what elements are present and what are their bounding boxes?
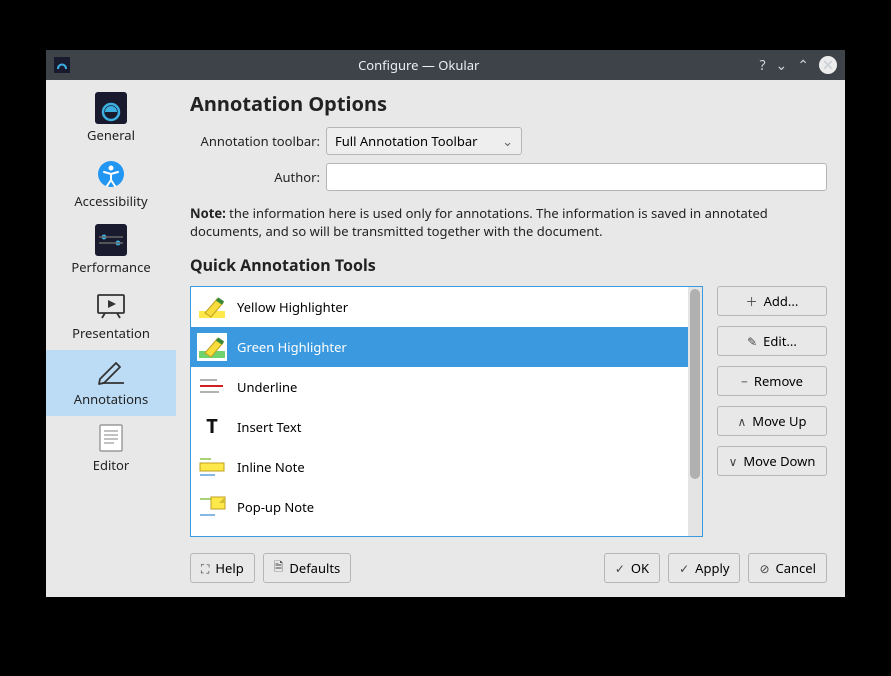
window-controls: ? ⌄ ⌃ ✕	[759, 56, 837, 75]
tool-buttons: ＋Add... ✎Edit... −Remove ∧Move Up ∨Move …	[717, 286, 827, 537]
tool-label: Underline	[237, 378, 297, 396]
dialog-content: General Accessibility Performance Presen…	[46, 80, 845, 597]
category-sidebar: General Accessibility Performance Presen…	[46, 80, 176, 597]
highlighter-green-icon	[197, 332, 227, 362]
insert-text-icon: T	[197, 412, 227, 442]
accessibility-icon	[95, 158, 127, 190]
defaults-button[interactable]: 🗎Defaults	[263, 553, 352, 583]
chevron-down-icon: ∨	[729, 453, 738, 470]
okular-icon	[95, 92, 127, 124]
tool-item-underline[interactable]: Underline	[191, 367, 688, 407]
remove-button[interactable]: −Remove	[717, 366, 827, 396]
tool-label: Green Highlighter	[237, 338, 347, 356]
tool-item-insert-text[interactable]: T Insert Text	[191, 407, 688, 447]
document-icon: 🗎	[274, 558, 284, 579]
sidebar-item-label: Editor	[93, 456, 130, 474]
sidebar-item-label: Accessibility	[74, 192, 147, 210]
author-label: Author:	[190, 168, 320, 186]
minimize-icon[interactable]: ⌄	[776, 56, 788, 75]
chevron-down-icon: ⌄	[502, 132, 513, 150]
check-icon: ✓	[615, 560, 625, 577]
tool-item-popup-note[interactable]: Pop-up Note	[191, 487, 688, 527]
annotation-toolbar-select[interactable]: Full Annotation Toolbar ⌄	[326, 127, 522, 155]
annotations-icon	[95, 356, 127, 388]
cancel-button[interactable]: ⊘Cancel	[748, 553, 827, 583]
tool-label: Inline Note	[237, 458, 305, 476]
apply-button[interactable]: ✓Apply	[668, 553, 740, 583]
edit-button[interactable]: ✎Edit...	[717, 326, 827, 356]
tools-area: Yellow Highlighter Green Highlighter	[190, 286, 827, 537]
configure-dialog: Configure — Okular ? ⌄ ⌃ ✕ General Acces…	[46, 50, 845, 597]
editor-icon	[95, 422, 127, 454]
section-title: Quick Annotation Tools	[190, 254, 827, 276]
window-title: Configure — Okular	[78, 56, 759, 74]
tool-label: Pop-up Note	[237, 498, 314, 516]
app-icon	[54, 57, 70, 73]
add-button[interactable]: ＋Add...	[717, 286, 827, 316]
scrollbar[interactable]	[688, 287, 702, 536]
sidebar-item-label: Performance	[71, 258, 150, 276]
underline-icon	[197, 372, 227, 402]
inline-note-icon	[197, 452, 227, 482]
cancel-icon: ⊘	[759, 560, 769, 577]
highlighter-yellow-icon	[197, 292, 227, 322]
combo-value: Full Annotation Toolbar	[335, 132, 477, 150]
help-icon: ⛶	[201, 560, 209, 577]
scrollbar-thumb[interactable]	[690, 289, 700, 479]
note-text: Note: the information here is used only …	[190, 205, 827, 240]
sidebar-item-editor[interactable]: Editor	[46, 416, 176, 482]
minus-icon: −	[741, 373, 748, 390]
sidebar-item-accessibility[interactable]: Accessibility	[46, 152, 176, 218]
sidebar-item-label: Presentation	[72, 324, 150, 342]
note-prefix: Note:	[190, 204, 226, 222]
move-up-button[interactable]: ∧Move Up	[717, 406, 827, 436]
close-icon[interactable]: ✕	[819, 56, 837, 74]
check-icon: ✓	[679, 560, 689, 577]
sidebar-item-annotations[interactable]: Annotations	[46, 350, 176, 416]
pencil-icon: ✎	[747, 333, 757, 350]
tool-label: Insert Text	[237, 418, 301, 436]
svg-text:T: T	[206, 413, 218, 439]
ok-button[interactable]: ✓OK	[604, 553, 660, 583]
presentation-icon	[95, 290, 127, 322]
sidebar-item-presentation[interactable]: Presentation	[46, 284, 176, 350]
tool-label: Yellow Highlighter	[237, 298, 348, 316]
sidebar-item-general[interactable]: General	[46, 86, 176, 152]
performance-icon	[95, 224, 127, 256]
toolbar-row: Annotation toolbar: Full Annotation Tool…	[190, 127, 827, 155]
page-title: Annotation Options	[190, 90, 827, 117]
help-icon[interactable]: ?	[759, 56, 765, 75]
dialog-footer: ⛶Help 🗎Defaults ✓OK ✓Apply ⊘Cancel	[190, 553, 827, 583]
plus-icon: ＋	[746, 293, 758, 310]
titlebar: Configure — Okular ? ⌄ ⌃ ✕	[46, 50, 845, 80]
tool-item-yellow-highlighter[interactable]: Yellow Highlighter	[191, 287, 688, 327]
popup-note-icon	[197, 492, 227, 522]
move-down-button[interactable]: ∨Move Down	[717, 446, 827, 476]
maximize-icon[interactable]: ⌃	[797, 56, 809, 75]
sidebar-item-label: Annotations	[74, 390, 148, 408]
chevron-up-icon: ∧	[737, 413, 746, 430]
tool-item-green-highlighter[interactable]: Green Highlighter	[191, 327, 688, 367]
help-button[interactable]: ⛶Help	[190, 553, 255, 583]
sidebar-item-performance[interactable]: Performance	[46, 218, 176, 284]
tool-item-inline-note[interactable]: Inline Note	[191, 447, 688, 487]
author-row: Author:	[190, 163, 827, 191]
toolbar-label: Annotation toolbar:	[190, 132, 320, 150]
quick-tools-list[interactable]: Yellow Highlighter Green Highlighter	[190, 286, 703, 537]
tools-scroll: Yellow Highlighter Green Highlighter	[191, 287, 688, 536]
main-panel: Annotation Options Annotation toolbar: F…	[176, 80, 845, 597]
note-body: the information here is used only for an…	[190, 204, 768, 240]
author-input[interactable]	[326, 163, 827, 191]
sidebar-item-label: General	[87, 126, 135, 144]
